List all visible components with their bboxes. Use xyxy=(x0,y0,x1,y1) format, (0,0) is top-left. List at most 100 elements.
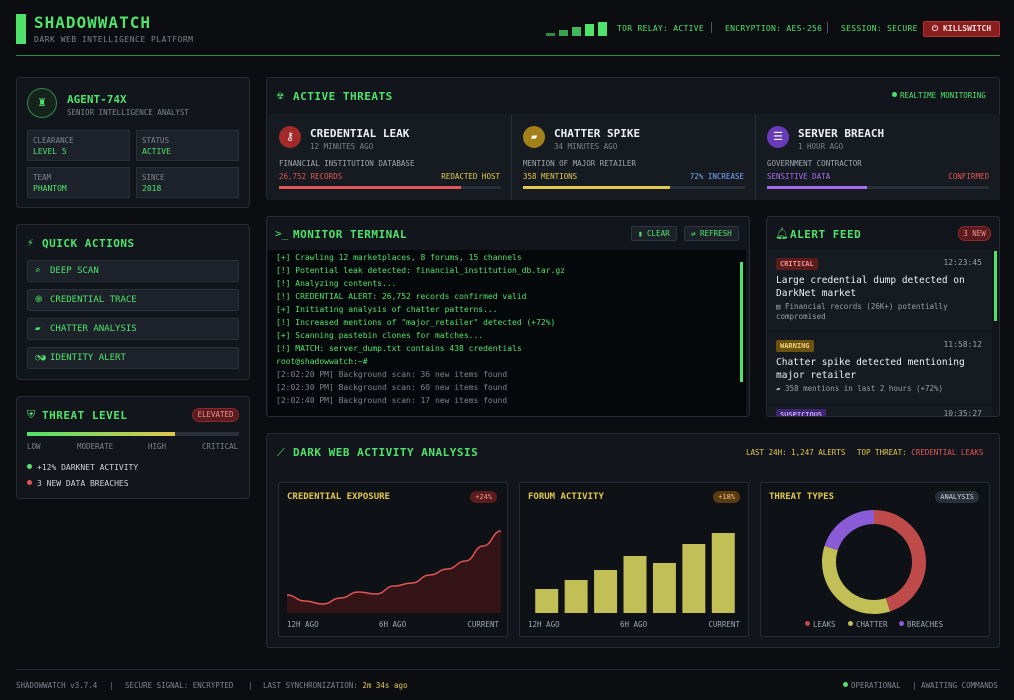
operational-status: OPERATIONAL xyxy=(843,681,901,690)
active-threats-panel: ☢ ACTIVE THREATS REALTIME MONITORING ⚷ C… xyxy=(266,77,1000,200)
area-chart xyxy=(286,530,502,613)
killswitch-button[interactable]: ⏻ KILLSWITCH xyxy=(923,21,1000,37)
threat-types-chart: THREAT TYPES ANALYSIS LEAKS CHATTER BREA… xyxy=(760,482,990,637)
status-footer: SHADOWWATCH v3.7.4 | SECURE SIGNAL: ENCR… xyxy=(16,669,1000,700)
threat-level-bar xyxy=(27,432,239,436)
credential-trace-button[interactable]: ֍ CREDENTIAL TRACE xyxy=(27,289,239,311)
threat-progress-bar xyxy=(523,186,745,189)
bar xyxy=(623,556,647,613)
analysis-title: DARK WEB ACTIVITY ANALYSIS xyxy=(293,446,479,459)
agent-role: SENIOR INTELLIGENCE ANALYST xyxy=(67,108,189,117)
alert-item[interactable]: CRITICAL 12:23:45 Large credential dump … xyxy=(768,250,992,330)
bar xyxy=(594,570,618,613)
terminal-line: [!] MATCH: server_dump.txt contains 438 … xyxy=(276,344,522,353)
threat-progress-bar xyxy=(279,186,501,189)
chatter-analysis-button[interactable]: ▰ CHATTER ANALYSIS xyxy=(27,318,239,340)
app-title: SHADOWWATCH xyxy=(34,13,151,32)
terminal-scrollbar[interactable] xyxy=(740,262,743,382)
clear-button[interactable]: ▮ CLEAR xyxy=(631,226,677,241)
terminal-line: [+] Initiating analysis of chatter patte… xyxy=(276,305,498,314)
power-icon: ⏻ xyxy=(931,24,939,33)
awaiting-commands: AWAITING COMMANDS xyxy=(921,681,998,690)
chart-line-icon: ⟋ xyxy=(277,446,285,459)
comment-icon: ▰ xyxy=(776,384,781,393)
top-threat-stat: TOP THREAT: CREDENTIAL LEAKS xyxy=(857,448,984,457)
comment-icon: ▰ xyxy=(35,324,41,334)
last-sync: LAST SYNCHRONIZATION: 2m 34s ago xyxy=(263,681,408,690)
identity-alert-button[interactable]: ◔◕ IDENTITY ALERT xyxy=(27,347,239,369)
app-version: SHADOWWATCH v3.7.4 xyxy=(16,681,98,690)
encryption-status: ENCRYPTION: AES-256 xyxy=(725,24,823,33)
alert-feed-scrollbar[interactable] xyxy=(994,251,997,321)
donut-slice xyxy=(822,545,891,614)
threat-progress-bar xyxy=(767,186,989,189)
scale-moderate: MODERATE xyxy=(77,442,114,451)
agent-field-clearance: CLEARANCE LEVEL 5 xyxy=(27,130,130,161)
alert-item[interactable]: SUSPICIOUS 10:35:27 xyxy=(768,406,992,416)
active-threats-title: ACTIVE THREATS xyxy=(293,90,393,103)
comments-icon: ▰ xyxy=(523,126,545,148)
bell-icon: 🔔︎ xyxy=(775,227,789,240)
bar xyxy=(711,533,735,613)
app-header: SHADOWWATCH DARK WEB INTELLIGENCE PLATFO… xyxy=(16,12,1000,56)
scale-low: LOW xyxy=(27,442,41,451)
refresh-button[interactable]: ⇄ REFRESH xyxy=(684,226,739,241)
threat-card-chatter-spike[interactable]: ▰ CHATTER SPIKE 34 MINUTES AGO MENTION O… xyxy=(512,114,756,200)
server-icon: ☰ xyxy=(767,126,789,148)
monitor-terminal-panel: >_ MONITOR TERMINAL ▮ CLEAR ⇄ REFRESH [+… xyxy=(266,216,750,417)
severity-badge: WARNING xyxy=(776,340,814,352)
bar xyxy=(535,589,559,613)
threat-level-title: THREAT LEVEL xyxy=(42,409,128,422)
bolt-icon: ⚡ xyxy=(27,236,34,249)
shield-icon: ⛨ xyxy=(27,408,36,421)
threat-bullet: 3 NEW DATA BREACHES xyxy=(27,479,129,488)
signal-strength-icon xyxy=(546,22,610,36)
threat-card-credential-leak[interactable]: ⚷ CREDENTIAL LEAK 12 MINUTES AGO FINANCI… xyxy=(268,114,512,200)
terminal-title: MONITOR TERMINAL xyxy=(293,228,407,241)
bar xyxy=(682,544,706,613)
terminal-line: [!] Increased mentions of "major_retaile… xyxy=(276,318,556,327)
credential-exposure-chart: CREDENTIAL EXPOSURE +24% 12H AGO 6H AGO … xyxy=(278,482,508,637)
quick-actions-panel: ⚡ QUICK ACTIONS ⌕ DEEP SCAN ֍ CREDENTIAL T… xyxy=(16,224,250,380)
database-icon: ▤ xyxy=(776,302,781,311)
deep-scan-button[interactable]: ⌕ DEEP SCAN xyxy=(27,260,239,282)
search-icon: ⌕ xyxy=(35,266,41,276)
new-alerts-badge: 3 NEW xyxy=(958,226,991,241)
area-fill xyxy=(287,531,501,613)
legend-breaches: BREACHES xyxy=(899,620,943,629)
severity-badge: CRITICAL xyxy=(776,258,818,270)
donut-slice xyxy=(824,510,875,551)
threat-card-server-breach[interactable]: ☰ SERVER BREACH 1 HOUR AGO GOVERNMENT CO… xyxy=(756,114,1000,200)
realtime-monitoring-status: REALTIME MONITORING xyxy=(892,91,986,100)
legend-chatter: CHATTER xyxy=(848,620,888,629)
key-icon: ⚷ xyxy=(279,126,301,148)
session-status: SESSION: SECURE xyxy=(841,24,918,33)
terminal-line: [!] CREDENTIAL ALERT: 26,752 records con… xyxy=(276,292,527,301)
scale-critical: CRITICAL xyxy=(202,442,239,451)
quick-actions-title: QUICK ACTIONS xyxy=(42,237,135,250)
donut-chart xyxy=(822,510,926,614)
tor-relay-status: TOR RELAY: ACTIVE xyxy=(617,24,704,33)
app-subtitle: DARK WEB INTELLIGENCE PLATFORM xyxy=(34,35,194,44)
alert-item[interactable]: WARNING 11:58:12 Chatter spike detected … xyxy=(768,332,992,404)
alert-feed-title: ALERT FEED xyxy=(790,228,862,241)
terminal-line: [!] Potential leak detected: financial_i… xyxy=(276,266,565,275)
terminal-icon: >_ xyxy=(275,227,289,240)
bar xyxy=(564,580,588,613)
secure-signal-status: SECURE SIGNAL: ENCRYPTED xyxy=(125,681,234,690)
radiation-icon: ☢ xyxy=(277,89,284,102)
terminal-line: [+] Scanning pastebin clones for matches… xyxy=(276,331,484,340)
bar xyxy=(652,563,676,613)
threat-level-panel: ⛨ THREAT LEVEL ELEVATED LOW MODERATE HIG… xyxy=(16,396,250,499)
terminal-output[interactable]: [+] Crawling 12 marketplaces, 8 forums, … xyxy=(268,250,746,416)
bar-chart xyxy=(535,533,735,613)
threat-level-badge: ELEVATED xyxy=(192,408,239,422)
x-tick-label: 6H AGO xyxy=(620,620,648,629)
x-tick-label: 12H AGO xyxy=(528,620,560,629)
forum-activity-chart: FORUM ACTIVITY +18% 12H AGO 6H AGO CURRE… xyxy=(519,482,749,637)
donut-slice xyxy=(873,510,926,612)
user-secret-icon: ♜ xyxy=(27,88,57,118)
agent-field-since: SINCE 2018 xyxy=(136,167,239,198)
agent-field-status: STATUS ACTIVE xyxy=(136,130,239,161)
last-24h-stat: LAST 24H: 1,247 ALERTS xyxy=(746,448,846,457)
